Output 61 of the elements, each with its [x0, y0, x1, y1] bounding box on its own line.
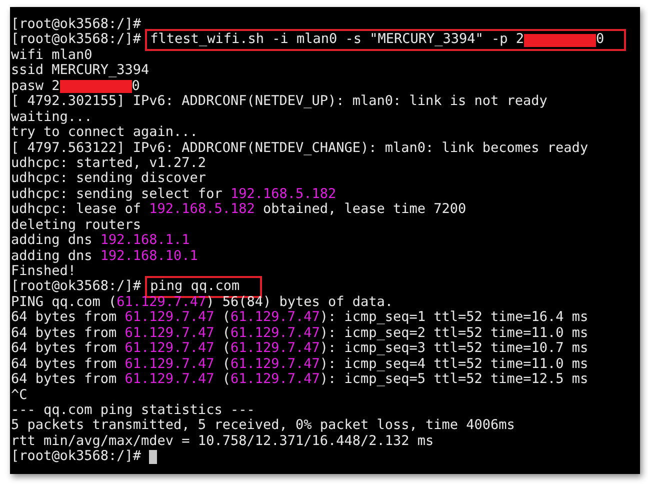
terminal-text: [root@ok3568:/]#: [11, 449, 142, 465]
terminal-text: rtt min/avg/max/mdev = 10.758/12.371/16.448/2.132 ms: [11, 434, 434, 450]
terminal-text: ) 56(84) bytes of data.: [206, 294, 394, 310]
terminal-text: 64 bytes from: [11, 310, 118, 326]
ip-address: 61.129.7.47: [124, 372, 214, 388]
ip-address: 61.129.7.47: [124, 356, 214, 372]
terminal-text: ssid MERCURY_3394: [11, 63, 150, 79]
ip-address: 192.168.1.1: [100, 233, 190, 249]
text-cursor: [149, 450, 158, 464]
terminal-text: 64 bytes from: [11, 372, 118, 388]
terminal-text: udhcpc: sending discover: [11, 171, 206, 187]
terminal-text: ): icmp_seq=1 ttl=52 time=16.4 ms: [320, 310, 588, 326]
terminal-text: [ 4792.302155] IPv6: ADDRCONF(NETDEV_UP): mlan0: link is not ready: [11, 94, 548, 110]
terminal-text: 64 bytes from: [11, 341, 118, 357]
terminal-text: (: [221, 356, 230, 372]
terminal-text: 64 bytes from: [11, 326, 118, 342]
terminal-text: PING qq.com (: [11, 294, 117, 310]
ip-address: 61.129.7.47: [230, 341, 320, 357]
terminal-text: deleting routers: [11, 218, 142, 234]
terminal-text: (: [221, 341, 230, 357]
terminal-text: adding dns: [11, 233, 94, 249]
ip-address: 61.129.7.47: [124, 326, 214, 342]
terminal-text: udhcpc: started, v1.27.2: [11, 156, 206, 172]
terminal-text: udhcpc: sending select for: [11, 186, 224, 202]
terminal-text: 0: [132, 78, 140, 94]
terminal-text: ): icmp_seq=3 ttl=52 time=10.7 ms: [320, 341, 588, 357]
terminal-text: ): icmp_seq=2 ttl=52 time=11.0 ms: [320, 326, 588, 342]
ip-address: 61.129.7.47: [124, 341, 214, 357]
terminal-text: wifi mlan0: [11, 48, 92, 64]
terminal-text: 64 bytes from: [11, 356, 118, 372]
terminal-text: (: [221, 326, 230, 342]
terminal-text: (: [221, 372, 230, 388]
ip-address: 192.168.5.182: [149, 202, 255, 218]
terminal-text: [ 4797.563122] IPv6: ADDRCONF(NETDEV_CHANGE): mlan0: link becomes ready: [11, 140, 588, 156]
terminal-text: ^C: [11, 388, 28, 403]
terminal-text: 0: [596, 32, 604, 48]
terminal-text: Finshed!: [11, 264, 76, 280]
ip-address: 61.129.7.47: [230, 310, 320, 326]
terminal-text: ping qq.com: [150, 279, 240, 295]
terminal-text: [root@ok3568:/]#: [11, 279, 142, 295]
terminal-text: pasw 2: [11, 78, 60, 94]
terminal-text: --- qq.com ping statistics ---: [11, 402, 255, 418]
terminal-text: adding dns: [11, 248, 94, 264]
ip-address: 192.168.10.1: [100, 248, 198, 264]
terminal-text: waiting...: [11, 110, 92, 126]
ip-address: 61.129.7.47: [124, 310, 214, 326]
terminal-text: ): icmp_seq=5 ttl=52 time=12.5 ms: [320, 372, 588, 388]
terminal-text: 5 packets transmitted, 5 received, 0% packet loss, time 4006ms: [11, 418, 515, 434]
terminal-text: fltest_wifi.sh -i mlan0 -s "MERCURY_3394" -p 2: [150, 32, 524, 48]
terminal-text: [root@ok3568:/]#: [11, 17, 142, 32]
terminal-text: udhcpc: lease of: [11, 202, 142, 218]
terminal-text: (: [221, 310, 230, 326]
ip-address: 192.168.5.182: [230, 186, 336, 202]
ip-address: 61.129.7.47: [230, 326, 320, 342]
terminal-text: obtained, lease time 7200: [262, 202, 466, 218]
ip-address: 61.129.7.47: [116, 294, 206, 310]
terminal-text: ): icmp_seq=4 ttl=52 time=11.0 ms: [320, 356, 588, 372]
terminal-text: [root@ok3568:/]#: [11, 32, 142, 48]
ip-address: 61.129.7.47: [230, 372, 320, 388]
terminal-text: try to connect again...: [11, 125, 198, 141]
ip-address: 61.129.7.47: [230, 356, 320, 372]
